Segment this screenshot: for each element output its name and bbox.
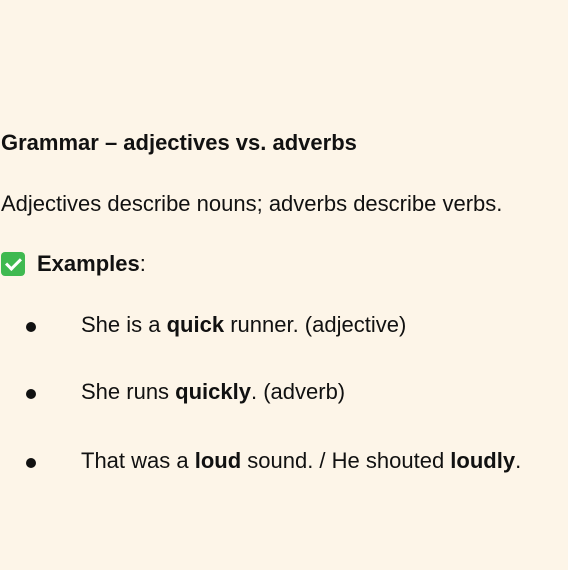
list-item-keyword: quick [166, 312, 225, 337]
bullet-icon [26, 389, 36, 399]
list-item-text: She runs quickly. (adverb) [81, 378, 345, 406]
list-item-text: That was a loud sound. / He shouted loud… [81, 447, 521, 475]
examples-label-line: Examples: [0, 250, 146, 278]
list-item-text-pre: That was a [81, 448, 195, 473]
list-item-text-post: runner. (adjective) [224, 312, 407, 337]
examples-label: Examples [37, 251, 140, 276]
list-item-keyword-2: loudly [450, 448, 516, 473]
intro-paragraph: Adjectives describe nouns; adverbs descr… [1, 191, 503, 216]
list-item-text-post: . [515, 448, 522, 473]
list-item-text-post: . (adverb) [250, 379, 346, 404]
section-heading: Grammar – adjectives vs. adverbs [1, 130, 357, 155]
list-item-keyword: quickly [175, 379, 251, 404]
document: Grammar – adjectives vs. adverbs Adjecti… [0, 0, 568, 570]
list-item-text-pre: She is a [81, 312, 167, 337]
examples-colon: : [139, 251, 146, 276]
list-item-text-pre: She runs [81, 379, 176, 404]
bullet-icon [26, 458, 36, 468]
bullet-icon [26, 322, 36, 332]
list-item-text: She is a quick runner. (adjective) [81, 311, 406, 339]
check-mark-icon [1, 252, 25, 276]
list-item-keyword: loud [194, 448, 242, 473]
list-item-text-mid: sound. / He shouted [241, 448, 451, 473]
